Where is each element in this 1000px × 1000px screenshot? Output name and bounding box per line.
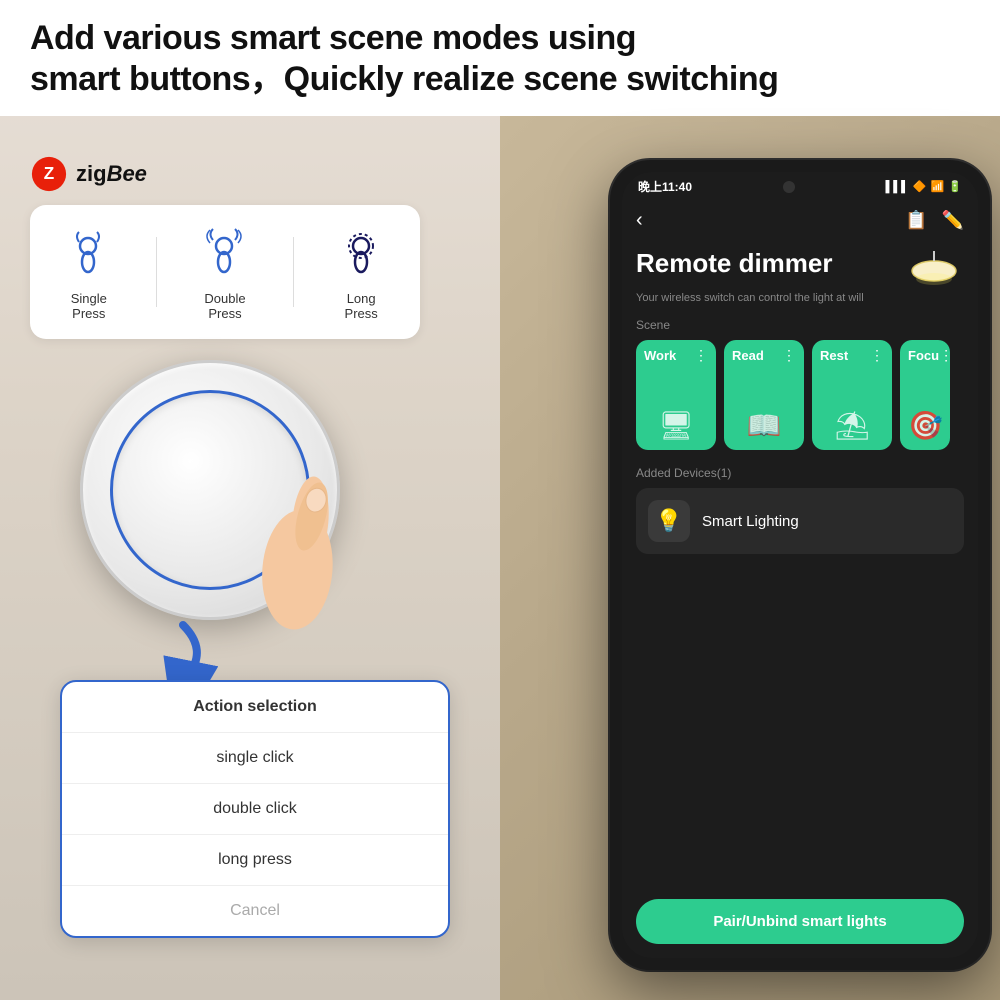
scene-card-work[interactable]: Work ⋮ 🖥 [636,340,716,450]
edit-icon[interactable]: ✏️ [942,210,964,231]
phone-screen: 晚上11:40 ▌▌▌ 🔶 📶 🔋 ‹ 📋 ✏️ [622,172,978,958]
scene-cards-row: Work ⋮ 🖥 Read ⋮ 📖 [636,340,964,450]
back-button[interactable]: ‹ [636,209,643,232]
divider-1 [156,237,157,307]
cancel-option[interactable]: Cancel [62,886,448,936]
double-press-icon [195,223,255,283]
single-click-option[interactable]: single click [62,733,448,784]
camera-notch [783,181,795,193]
app-main-content: Remote dimmer Your wireless switch can c… [622,240,978,946]
app-nav-header: ‹ 📋 ✏️ [622,201,978,240]
title-line2: smart buttons，Quickly realize scene swit… [30,60,778,98]
svg-text:Z: Z [44,164,54,183]
scene-card-focus[interactable]: Focu ⋮ 🎯 [900,340,950,450]
ceiling-light-icon [904,248,964,288]
double-press-item: Double Press [195,223,255,321]
scene-focus-menu[interactable]: ⋮ [939,348,950,362]
battery-icon: 🔋 [948,180,962,193]
long-press-option[interactable]: long press [62,835,448,886]
scene-rest-icon: ⛱ [820,409,884,442]
app-screen-title: Remote dimmer [636,248,833,279]
scene-rest-name: Rest [820,348,848,363]
spacer [636,562,964,642]
long-press-label: Long Press [345,291,378,321]
scene-work-icon: 🖥 [644,409,708,442]
phone-outer: 晚上11:40 ▌▌▌ 🔶 📶 🔋 ‹ 📋 ✏️ [610,160,990,970]
header-area: Add various smart scene modes using smar… [0,0,1000,116]
scene-card-read[interactable]: Read ⋮ 📖 [724,340,804,450]
action-popup: Action selection single click double cli… [60,680,450,938]
scene-work-menu[interactable]: ⋮ [694,348,708,362]
signal-icon: ▌▌▌ [886,181,909,193]
added-devices-label: Added Devices(1) [636,466,964,480]
status-icons: ▌▌▌ 🔶 📶 🔋 [886,180,963,193]
long-press-item: Long Press [331,223,391,321]
scene-read-icon: 📖 [732,409,796,442]
scene-focus-icon: 🎯 [908,409,942,442]
device-lighting-icon: 💡 [648,500,690,542]
page-title: Add various smart scene modes using smar… [30,18,970,100]
scene-work-name: Work [644,348,676,363]
wifi-icon: 🔶 [913,180,927,193]
scene-rest-menu[interactable]: ⋮ [870,348,884,362]
press-types-box: Single Press Double Press [30,205,420,339]
app-subtitle: Your wireless switch can control the lig… [636,292,964,304]
status-bar: 晚上11:40 ▌▌▌ 🔶 📶 🔋 [622,172,978,201]
action-popup-header: Action selection [62,682,448,733]
double-click-option[interactable]: double click [62,784,448,835]
single-press-icon [59,223,119,283]
single-press-label: Single Press [71,291,107,321]
zigbee-area: Z zigBee [30,155,147,193]
scene-read-menu[interactable]: ⋮ [782,348,796,362]
scene-section-label: Scene [636,318,964,332]
device-lighting-name: Smart Lighting [702,513,799,530]
header-action-icons: 📋 ✏️ [905,210,964,231]
scene-focus-name: Focu [908,348,939,363]
status-time: 晚上11:40 [638,178,692,195]
phone-mockup: 晚上11:40 ▌▌▌ 🔶 📶 🔋 ‹ 📋 ✏️ [610,160,990,970]
divider-2 [293,237,294,307]
scene-read-name: Read [732,348,764,363]
title-line1: Add various smart scene modes using [30,19,636,57]
app-title-area: Remote dimmer [636,248,964,288]
double-press-label: Double Press [204,291,245,321]
zigbee-icon: Z [30,155,68,193]
zigbee-label: zigBee [76,161,147,187]
long-press-icon [331,223,391,283]
button-device-area [60,360,380,680]
wifi-bars: 📶 [931,180,945,193]
pair-button[interactable]: Pair/Unbind smart lights [636,899,964,944]
document-icon[interactable]: 📋 [905,210,927,231]
single-press-item: Single Press [59,223,119,321]
device-card-lighting[interactable]: 💡 Smart Lighting [636,488,964,554]
scene-card-rest[interactable]: Rest ⋮ ⛱ [812,340,892,450]
